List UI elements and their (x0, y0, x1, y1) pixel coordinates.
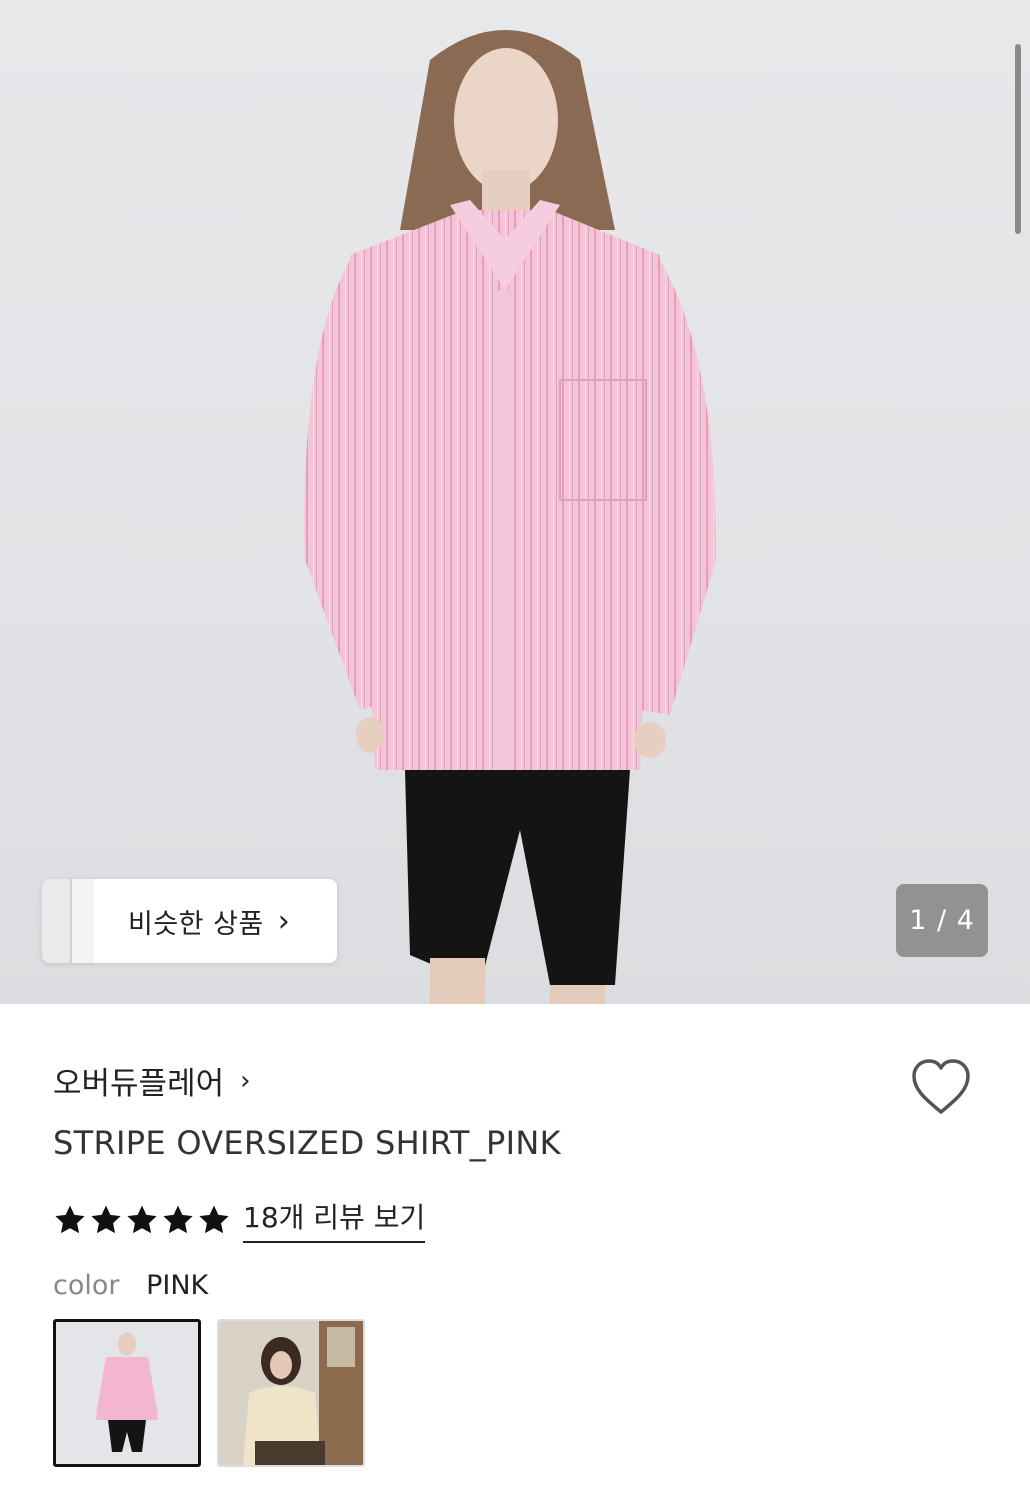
star-filled-icon (127, 1205, 157, 1233)
similar-products-label: 비슷한 상품 (128, 908, 264, 940)
star-filled-icon (55, 1205, 85, 1233)
star-filled-icon (199, 1205, 229, 1233)
star-rating (53, 1203, 231, 1237)
swatch-beige-image (219, 1321, 363, 1465)
heart-outline-icon[interactable] (910, 1058, 972, 1116)
swatch-pink[interactable] (53, 1319, 201, 1467)
similar-products-button[interactable]: 비슷한 상품 › (42, 879, 337, 963)
chevron-right-icon: › (277, 903, 290, 939)
product-title: STRIPE OVERSIZED SHIRT_PINK (53, 1124, 561, 1162)
color-option-row: color PINK (53, 1270, 208, 1301)
brand-name: 오버듀플레어 (53, 1066, 225, 1102)
star-filled-icon (91, 1205, 121, 1233)
swatch-pink-image (56, 1322, 198, 1464)
product-photo (304, 30, 717, 1004)
rating-row: 18개 리뷰 보기 (53, 1196, 426, 1243)
color-value: PINK (146, 1270, 209, 1301)
image-counter: 1 / 4 (896, 884, 988, 957)
color-swatches (53, 1319, 365, 1467)
scroll-indicator[interactable] (1015, 44, 1021, 234)
color-label: color (53, 1270, 120, 1301)
similar-products-thumbnail (42, 879, 94, 963)
product-image-gallery[interactable]: 비슷한 상품 › 1 / 4 (0, 0, 1030, 1004)
star-filled-icon (163, 1205, 193, 1233)
swatch-beige[interactable] (217, 1319, 365, 1467)
brand-link[interactable]: 오버듀플레어 › (53, 1058, 251, 1103)
chevron-right-icon: › (240, 1065, 251, 1096)
review-link[interactable]: 18개 리뷰 보기 (243, 1196, 426, 1243)
